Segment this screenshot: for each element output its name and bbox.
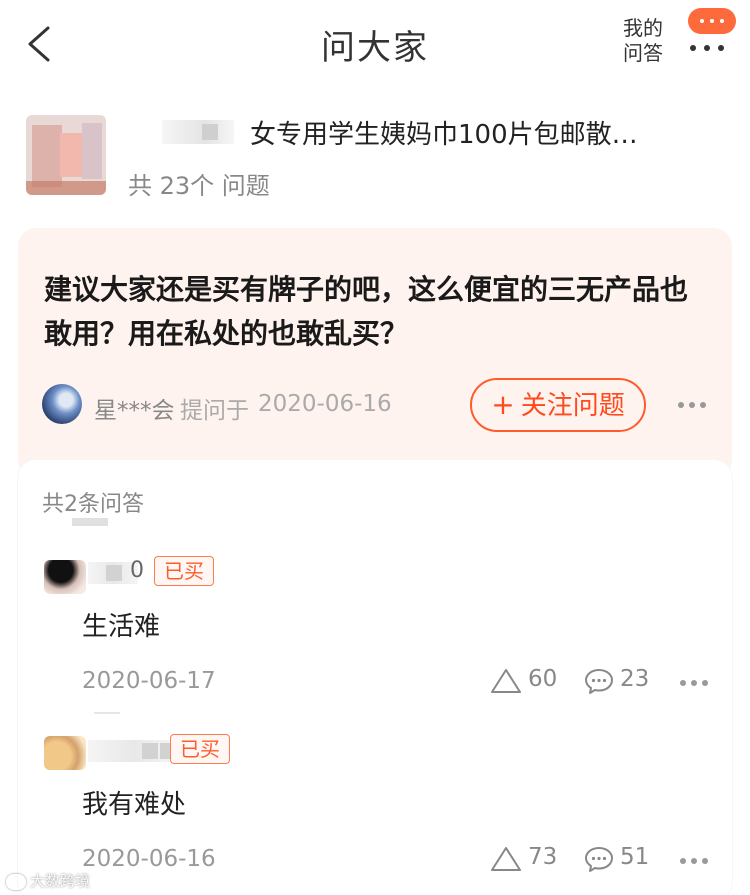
answerer-name-tail: 0 (130, 558, 144, 583)
watermark-logo-icon (6, 873, 26, 890)
answerer-avatar[interactable] (44, 560, 86, 594)
more-menu-button[interactable] (686, 8, 736, 54)
answer-more-icon[interactable] (678, 856, 710, 866)
product-thumbnail[interactable] (26, 115, 106, 195)
like-count: 73 (528, 844, 558, 870)
answer-date: 2020-06-17 (82, 668, 216, 694)
comment-bubble-icon (585, 669, 613, 694)
answer-item[interactable]: 已买 我有难处 2020-06-16 73 51 (18, 728, 732, 895)
answers-card: 共2条问答 0 已买 生活难 2020-06-17 60 23 已买 我有难处 … (18, 460, 732, 895)
top-nav-bar: 问大家 我的 问答 (0, 0, 750, 92)
bought-tag: 已买 (154, 556, 214, 586)
triangle-up-icon (491, 847, 521, 871)
notification-badge (688, 8, 736, 34)
product-title[interactable]: 女专用学生姨妈巾100片包邮散… (250, 114, 720, 151)
answer-text: 生活难 (82, 612, 161, 642)
my-qa-label-line2: 问答 (623, 41, 663, 65)
comment-button[interactable]: 51 (584, 844, 656, 874)
page: 问大家 我的 问答 女专用学生姨妈巾100片包邮散… 共 23个 问题 建议大家… (0, 0, 750, 895)
answer-date: 2020-06-16 (82, 846, 216, 872)
asker-avatar[interactable] (42, 384, 82, 424)
plus-icon: + (491, 388, 515, 421)
answers-count-label: 共2条问答 (42, 492, 144, 517)
like-count: 60 (528, 666, 558, 692)
like-button[interactable]: 73 (490, 844, 560, 874)
comment-count: 23 (620, 666, 650, 692)
count-underline-decoration (72, 518, 108, 526)
follow-question-label: 关注问题 (520, 391, 625, 421)
my-qa-label-line1: 我的 (623, 16, 663, 40)
blurred-brand-name (162, 120, 234, 144)
comment-count: 51 (620, 844, 650, 870)
bought-tag: 已买 (170, 734, 230, 764)
triangle-up-icon (491, 669, 521, 693)
answer-more-icon[interactable] (678, 678, 710, 688)
answer-divider (94, 712, 120, 714)
follow-question-button[interactable]: + 关注问题 (470, 378, 646, 432)
answer-item[interactable]: 0 已买 生活难 2020-06-17 60 23 (18, 550, 732, 728)
question-more-icon[interactable] (676, 400, 708, 410)
answer-text: 我有难处 (82, 790, 187, 820)
like-button[interactable]: 60 (490, 666, 560, 696)
question-count: 共 23个 问题 (128, 172, 270, 200)
asker-name: 星***会 (94, 398, 175, 424)
asked-label: 提问于 (180, 398, 249, 424)
asked-date: 2020-06-16 (258, 391, 392, 417)
watermark-text: 大数跨境 (30, 872, 91, 890)
answerer-avatar[interactable] (44, 736, 86, 770)
blurred-answerer-name (88, 740, 180, 762)
question-card: 建议大家还是买有牌子的吧，这么便宜的三无产品也敢用？用在私处的也敢乱买？ 星**… (18, 228, 732, 478)
comment-button[interactable]: 23 (584, 666, 656, 696)
comment-bubble-icon (585, 847, 613, 872)
watermark: 大数跨境 (6, 870, 90, 892)
product-summary[interactable]: 女专用学生姨妈巾100片包邮散… 共 23个 问题 (0, 100, 750, 210)
question-text: 建议大家还是买有牌子的吧，这么便宜的三无产品也敢用？用在私处的也敢乱买？ (44, 273, 689, 350)
my-qa-button[interactable]: 我的 问答 (616, 16, 670, 66)
